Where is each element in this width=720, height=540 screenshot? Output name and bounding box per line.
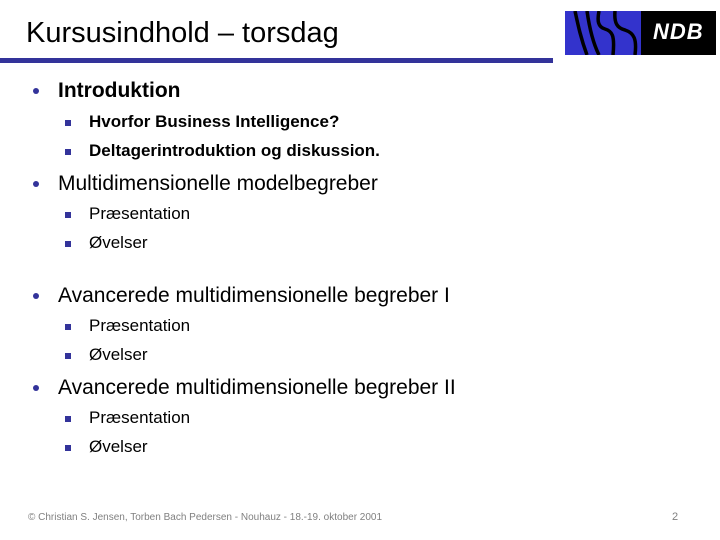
outline-item-level2: Deltagerintroduktion og diskussion. [65, 141, 380, 161]
bullet-square-icon [65, 241, 71, 247]
outline-item-label: Avancerede multidimensionelle begreber I… [58, 376, 456, 399]
bullet-dot-icon [33, 385, 39, 391]
outline-item-level2: Øvelser [65, 233, 148, 253]
outline-item-label: Multidimensionelle modelbegreber [58, 172, 378, 195]
bullet-square-icon [65, 445, 71, 451]
footer-credit: © Christian S. Jensen, Torben Bach Peder… [28, 512, 383, 523]
outline-item-level1: Avancerede multidimensionelle begreber I… [33, 376, 456, 400]
bullet-dot-icon [33, 88, 39, 94]
slide: Kursusindhold – torsdag NDB Introduktion… [0, 0, 720, 540]
outline-item-level1: Introduktion [33, 79, 181, 103]
bullet-dot-icon [33, 293, 39, 299]
outline-item-level2: Øvelser [65, 345, 148, 365]
page-number: 2 [672, 511, 679, 523]
bullet-square-icon [65, 120, 71, 126]
bullet-square-icon [65, 149, 71, 155]
outline-item-label: Øvelser [89, 437, 148, 456]
bullet-square-icon [65, 324, 71, 330]
outline-item-label: Præsentation [89, 204, 191, 223]
outline-item-label: Introduktion [58, 79, 181, 102]
bullet-square-icon [65, 212, 71, 218]
outline-item-level2: Præsentation [65, 204, 191, 224]
outline-item-label: Avancerede multidimensionelle begreber I [58, 284, 450, 307]
outline-item-label: Præsentation [89, 316, 191, 335]
bullet-dot-icon [33, 181, 39, 187]
outline-item-label: Øvelser [89, 345, 148, 364]
outline-item-label: Hvorfor Business Intelligence? [89, 112, 340, 131]
outline-item-level2: Hvorfor Business Intelligence? [65, 112, 340, 132]
outline-item-level1: Multidimensionelle modelbegreber [33, 172, 378, 196]
outline-item-label: Præsentation [89, 408, 191, 427]
outline-item-level1: Avancerede multidimensionelle begreber I [33, 284, 450, 308]
outline-item-level2: Præsentation [65, 408, 191, 428]
outline-item-label: Deltagerintroduktion og diskussion. [89, 141, 380, 160]
outline-item-level2: Præsentation [65, 316, 191, 336]
bullet-square-icon [65, 416, 71, 422]
outline-item-level2: Øvelser [65, 437, 148, 457]
outline-list: Introduktion Hvorfor Business Intelligen… [0, 0, 720, 480]
outline-item-label: Øvelser [89, 233, 148, 252]
bullet-square-icon [65, 353, 71, 359]
